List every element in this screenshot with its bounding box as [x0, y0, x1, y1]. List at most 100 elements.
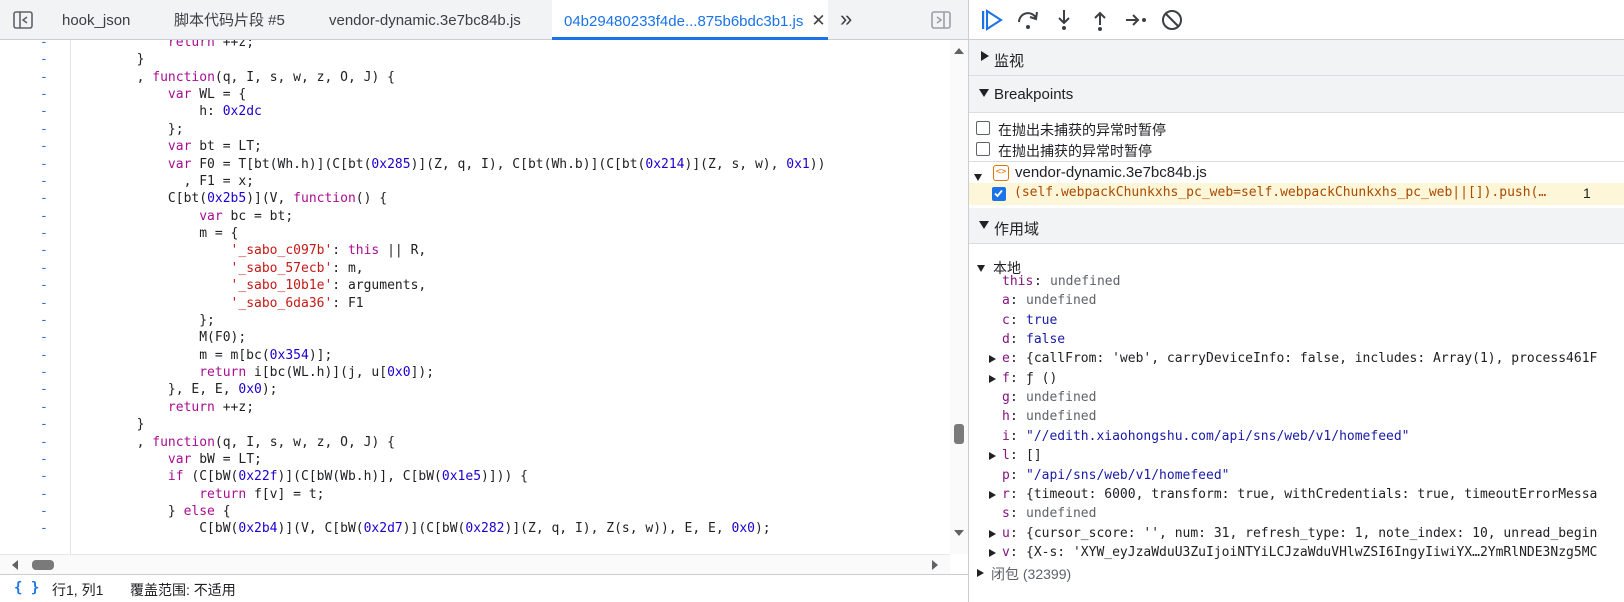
- expand-arrow-icon[interactable]: [989, 452, 996, 461]
- scope-variable[interactable]: e: {callFrom: 'web', carryDeviceInfo: fal…: [969, 349, 1624, 369]
- gutter-marker[interactable]: -: [40, 381, 48, 399]
- gutter-marker[interactable]: -: [40, 103, 48, 121]
- more-tabs-icon[interactable]: »: [840, 6, 852, 32]
- resume-icon[interactable]: [979, 7, 1005, 33]
- gutter-marker[interactable]: -: [40, 260, 48, 278]
- expand-arrow-icon[interactable]: [989, 490, 996, 499]
- code-line[interactable]: - '_sabo_6da36': F1: [0, 295, 950, 313]
- code-line[interactable]: - if (C[bW(0x22f)](C[bW(Wb.h)], C[bW(0x1…: [0, 468, 950, 486]
- code-line[interactable]: - };: [0, 312, 950, 330]
- deactivate-breakpoints-icon[interactable]: [1159, 7, 1185, 33]
- code-editor[interactable]: - return ++z; - } - , function(q, I, s, w,…: [0, 40, 950, 554]
- pretty-print-button[interactable]: { }: [14, 580, 39, 596]
- code-line[interactable]: - }: [0, 416, 950, 434]
- code-line[interactable]: - var WL = {: [0, 86, 950, 104]
- gutter-marker[interactable]: -: [40, 69, 48, 87]
- code-line[interactable]: - , function(q, I, s, w, z, O, J) {: [0, 69, 950, 87]
- scope-variable[interactable]: this: undefined: [969, 272, 1624, 292]
- gutter-marker[interactable]: -: [40, 451, 48, 469]
- code-line[interactable]: - C[bW(0x2b4)](V, C[bW(0x2d7)](C[bW(0x28…: [0, 520, 950, 538]
- scope-variable[interactable]: h: undefined: [969, 407, 1624, 427]
- code-line[interactable]: - M(F0);: [0, 329, 950, 347]
- expand-arrow-icon[interactable]: [989, 355, 996, 364]
- step-over-icon[interactable]: [1015, 7, 1041, 33]
- gutter-marker[interactable]: -: [40, 242, 48, 260]
- gutter-marker[interactable]: -: [40, 173, 48, 191]
- expand-arrow-icon[interactable]: [989, 548, 996, 557]
- gutter-marker[interactable]: -: [40, 503, 48, 521]
- tab-hook-json[interactable]: hook_json: [62, 0, 130, 40]
- gutter-marker[interactable]: -: [40, 277, 48, 295]
- vertical-scrollbar[interactable]: [950, 40, 968, 554]
- gutter-marker[interactable]: -: [40, 416, 48, 434]
- tab-snippet-5[interactable]: 脚本代码片段 #5: [174, 0, 285, 40]
- tab-active-script[interactable]: 04b29480233f4de...875b6bdc3b1.js ✕: [552, 0, 828, 40]
- breakpoints-section-header[interactable]: Breakpoints: [969, 76, 1624, 113]
- code-line[interactable]: - C[bt(0x2b5)](V, function() {: [0, 190, 950, 208]
- code-line[interactable]: - }: [0, 51, 950, 69]
- code-line[interactable]: - return f[v] = t;: [0, 486, 950, 504]
- gutter-marker[interactable]: -: [40, 295, 48, 313]
- horizontal-scrollbar[interactable]: [0, 554, 950, 574]
- gutter-marker[interactable]: -: [40, 364, 48, 382]
- code-line[interactable]: - };: [0, 121, 950, 139]
- code-line[interactable]: - , F1 = x;: [0, 173, 950, 191]
- scope-variable[interactable]: r: {timeout: 6000, transform: true, withC…: [969, 485, 1624, 505]
- toggle-navigator-icon[interactable]: [12, 9, 34, 31]
- gutter-marker[interactable]: -: [40, 40, 48, 52]
- expanded-arrow-icon[interactable]: [977, 265, 985, 272]
- step-icon[interactable]: [1123, 7, 1149, 33]
- code-line[interactable]: - var F0 = T[bt(Wh.h)](C[bt(0x285)](Z, q…: [0, 156, 950, 174]
- gutter-marker[interactable]: -: [40, 138, 48, 156]
- code-line[interactable]: - var bc = bt;: [0, 208, 950, 226]
- step-into-icon[interactable]: [1051, 7, 1077, 33]
- scope-variable[interactable]: g: undefined: [969, 388, 1624, 408]
- gutter-marker[interactable]: -: [40, 520, 48, 538]
- tab-vendor-dynamic[interactable]: vendor-dynamic.3e7bc84b.js: [329, 0, 521, 40]
- scope-variable[interactable]: u: {cursor_score: '', num: 31, refresh_ty…: [969, 524, 1624, 544]
- toggle-debugger-icon[interactable]: [930, 9, 952, 31]
- scope-variable[interactable]: v: {X-s: 'XYW_eyJzaWduU3ZuIjoiNTYiLCJzaWd…: [969, 543, 1624, 563]
- code-line[interactable]: - return ++z;: [0, 40, 950, 52]
- gutter-marker[interactable]: -: [40, 156, 48, 174]
- gutter-marker[interactable]: -: [40, 190, 48, 208]
- code-line[interactable]: - return i[bc(WL.h)](j, u[0x0]);: [0, 364, 950, 382]
- scope-variable[interactable]: l: []: [969, 446, 1624, 466]
- code-line[interactable]: - m = m[bc(0x354)];: [0, 347, 950, 365]
- scope-section-header[interactable]: 作用域: [969, 208, 1624, 244]
- gutter-marker[interactable]: -: [40, 468, 48, 486]
- gutter-marker[interactable]: -: [40, 329, 48, 347]
- gutter-marker[interactable]: -: [40, 86, 48, 104]
- expanded-arrow-icon[interactable]: [974, 174, 982, 181]
- closure-scope[interactable]: 闭包 (32399): [991, 564, 1071, 584]
- scope-variable[interactable]: f: ƒ (): [969, 369, 1624, 389]
- gutter-marker[interactable]: -: [40, 434, 48, 452]
- gutter-marker[interactable]: -: [40, 347, 48, 365]
- code-line[interactable]: - }, E, E, 0x0);: [0, 381, 950, 399]
- scope-variable[interactable]: i: "//edith.xiaohongshu.com/api/sns/web/v…: [969, 427, 1624, 447]
- gutter-marker[interactable]: -: [40, 399, 48, 417]
- scope-variable[interactable]: c: true: [969, 311, 1624, 331]
- code-line[interactable]: - '_sabo_10b1e': arguments,: [0, 277, 950, 295]
- scope-variable[interactable]: s: undefined: [969, 504, 1624, 524]
- gutter-marker[interactable]: -: [40, 225, 48, 243]
- pause-uncaught-checkbox[interactable]: [976, 121, 990, 135]
- code-line[interactable]: - } else {: [0, 503, 950, 521]
- breakpoint-enabled-checkbox[interactable]: [992, 187, 1006, 201]
- expand-arrow-icon[interactable]: [989, 374, 996, 383]
- code-line[interactable]: - m = {: [0, 225, 950, 243]
- expand-arrow-icon[interactable]: [989, 529, 996, 538]
- gutter-marker[interactable]: -: [40, 121, 48, 139]
- collapsed-arrow-icon[interactable]: [977, 569, 984, 577]
- code-line[interactable]: - h: 0x2dc: [0, 103, 950, 121]
- scope-variable[interactable]: d: false: [969, 330, 1624, 350]
- gutter-marker[interactable]: -: [40, 312, 48, 330]
- code-line[interactable]: - return ++z;: [0, 399, 950, 417]
- step-out-icon[interactable]: [1087, 7, 1113, 33]
- scope-variable[interactable]: p: "/api/sns/web/v1/homefeed": [969, 466, 1624, 486]
- code-line[interactable]: - '_sabo_57ecb': m,: [0, 260, 950, 278]
- watch-section-header[interactable]: 监视: [969, 40, 1624, 76]
- gutter-marker[interactable]: -: [40, 208, 48, 226]
- code-line[interactable]: - var bt = LT;: [0, 138, 950, 156]
- scope-variable[interactable]: a: undefined: [969, 291, 1624, 311]
